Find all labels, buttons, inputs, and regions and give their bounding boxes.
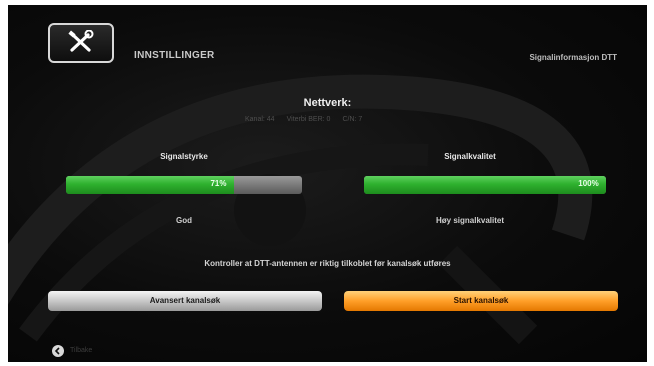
- signal-quality-status: Høy signalkvalitet: [435, 216, 505, 225]
- signal-quality-fill: [364, 176, 606, 194]
- back-label[interactable]: Tilbake: [70, 347, 92, 354]
- signal-quality-value: 100%: [578, 179, 599, 188]
- signal-strength-value: 71%: [210, 179, 227, 188]
- signal-quality-label: Signalkvalitet: [444, 152, 496, 161]
- section-title: Signalinformasjon DTT: [529, 53, 617, 62]
- ber-info: Viterbi BER: 0: [286, 116, 331, 123]
- back-arrow-icon[interactable]: [52, 345, 64, 357]
- signal-strength-fill: [66, 176, 234, 194]
- cn-info: C/N: 7: [342, 116, 363, 123]
- start-scan-button[interactable]: Start kanalsøk: [344, 291, 618, 311]
- signal-strength-status: God: [176, 216, 192, 225]
- antenna-hint: Kontroller at DTT-antennen er riktig til…: [204, 259, 451, 268]
- network-info: Kanal: 44 Viterbi BER: 0 C/N: 7: [245, 116, 475, 123]
- network-title: Nettverk:: [303, 97, 352, 109]
- page-title: INNSTILLINGER: [134, 50, 215, 61]
- channel-info: Kanal: 44: [245, 116, 275, 123]
- signal-strength-bar: 71%: [66, 176, 302, 194]
- signal-quality-bar: 100%: [364, 176, 606, 194]
- tools-icon: [48, 23, 114, 63]
- tv-screen: INNSTILLINGER Signalinformasjon DTT Nett…: [8, 5, 647, 362]
- advanced-scan-button[interactable]: Avansert kanalsøk: [48, 291, 322, 311]
- signal-strength-label: Signalstyrke: [160, 152, 208, 161]
